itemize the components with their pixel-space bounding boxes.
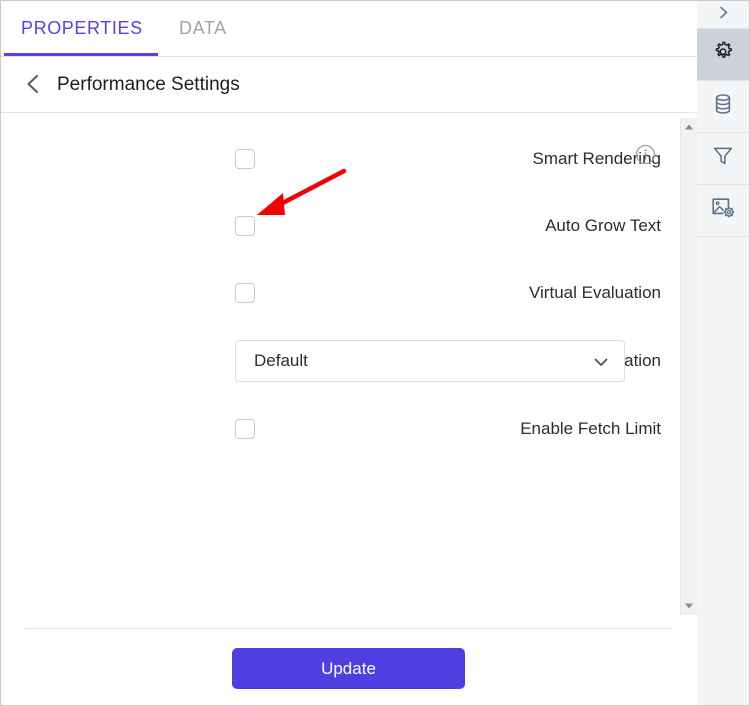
chevron-right-icon	[715, 4, 732, 26]
chevron-down-icon	[592, 353, 610, 371]
scroll-up-arrow-icon[interactable]	[681, 119, 697, 136]
database-icon	[711, 92, 735, 121]
checkbox-enable-fetch-limit[interactable]	[235, 419, 255, 439]
rail-item-filter[interactable]	[697, 133, 749, 185]
sub-header: Performance Settings	[1, 57, 697, 113]
select-page-creation-value: Default	[254, 351, 308, 370]
settings-form: Smart Rendering Auto Grow Text Virtual E…	[1, 113, 697, 616]
image-settings-icon	[710, 195, 736, 226]
rail-item-data-source[interactable]	[697, 81, 749, 133]
checkbox-auto-grow-text[interactable]	[235, 216, 255, 236]
scroll-down-arrow-icon[interactable]	[681, 597, 697, 614]
tab-bar: PROPERTIES DATA	[1, 1, 697, 57]
page-title: Performance Settings	[57, 74, 240, 95]
info-icon[interactable]	[635, 144, 656, 165]
rail-item-settings[interactable]	[697, 29, 749, 81]
checkbox-virtual-evaluation[interactable]	[235, 283, 255, 303]
footer-divider	[25, 628, 673, 629]
rail-item-expand-panel[interactable]	[697, 1, 749, 29]
active-tab-underline	[4, 53, 158, 56]
filter-icon	[711, 144, 735, 173]
right-icon-rail	[697, 1, 749, 705]
label-auto-grow-text: Auto Grow Text	[545, 216, 661, 235]
tab-data[interactable]: DATA	[179, 1, 227, 56]
form-row-page-creation: Page Creation Default	[1, 340, 661, 382]
form-row-auto-grow-text: Auto Grow Text	[1, 209, 661, 243]
vertical-scrollbar[interactable]	[680, 118, 697, 615]
checkbox-smart-rendering[interactable]	[235, 149, 255, 169]
tab-properties[interactable]: PROPERTIES	[21, 1, 143, 56]
label-enable-fetch-limit: Enable Fetch Limit	[520, 419, 661, 438]
gear-icon	[710, 39, 736, 70]
form-row-virtual-evaluation: Virtual Evaluation	[1, 276, 661, 310]
rail-item-image-settings[interactable]	[697, 185, 749, 237]
update-button[interactable]: Update	[232, 648, 465, 689]
left-panel: PROPERTIES DATA Performance Settings Sma…	[1, 1, 698, 705]
form-row-enable-fetch-limit: Enable Fetch Limit	[1, 412, 661, 446]
label-virtual-evaluation: Virtual Evaluation	[529, 283, 661, 302]
label-smart-rendering: Smart Rendering	[532, 149, 661, 168]
chevron-left-icon[interactable]	[19, 70, 47, 98]
select-page-creation[interactable]: Default	[235, 340, 625, 382]
form-row-smart-rendering: Smart Rendering	[1, 142, 661, 176]
properties-panel-window: PROPERTIES DATA Performance Settings Sma…	[0, 0, 750, 706]
